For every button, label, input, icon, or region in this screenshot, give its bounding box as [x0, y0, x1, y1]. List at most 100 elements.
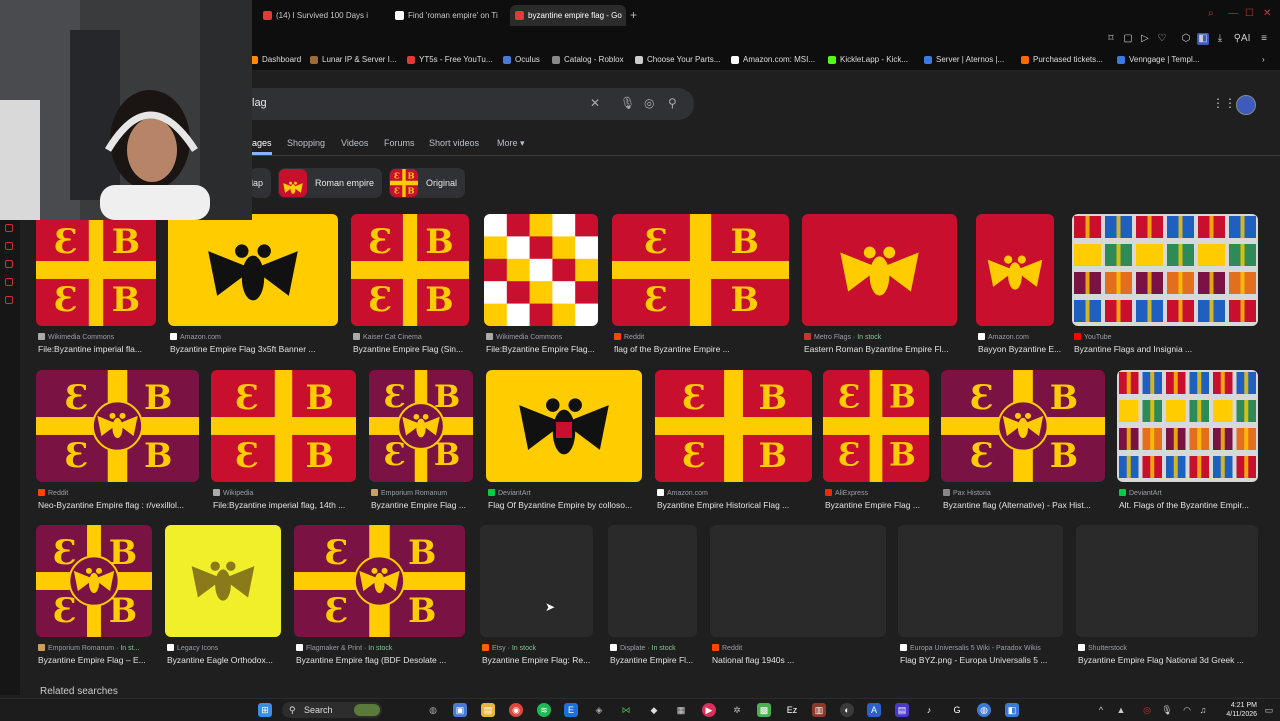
image-result-card[interactable]: Legacy Icons Byzantine Eagle Orthodox...: [165, 525, 281, 677]
result-title[interactable]: Byzantine Eagle Orthodox...: [167, 655, 289, 665]
minecraft-icon[interactable]: ▩: [757, 703, 771, 717]
result-thumbnail[interactable]: [976, 214, 1054, 326]
image-result-card[interactable]: Reddit National flag 1940s ...: [710, 525, 886, 677]
result-source[interactable]: Legacy Icons: [167, 644, 283, 652]
bookmark-amazon[interactable]: Amazon.com: MSI...: [731, 53, 815, 67]
extensions-icon[interactable]: ⬡: [1180, 33, 1192, 45]
result-source[interactable]: Reddit: [38, 489, 201, 497]
chrome-icon[interactable]: ◉: [509, 703, 523, 717]
app-icon[interactable]: G: [950, 703, 964, 717]
bookmark-icon[interactable]: ⌑: [1105, 33, 1117, 45]
tab-images[interactable]: ages: [252, 138, 272, 148]
image-result-card[interactable]: DeviantArt Flag Of Byzantine Empire by co…: [486, 370, 642, 522]
result-thumbnail[interactable]: ƐBƐB: [211, 370, 356, 482]
result-source[interactable]: Pax Historia: [943, 489, 1107, 497]
result-title[interactable]: Byzantine Empire Flag ...: [825, 500, 937, 510]
result-thumbnail[interactable]: [710, 525, 886, 637]
bookmark-oculus[interactable]: Oculus: [503, 53, 540, 67]
start-icon[interactable]: ⊞: [258, 703, 272, 717]
result-thumbnail[interactable]: ƐBƐB: [36, 525, 152, 637]
menu-icon[interactable]: ≡: [1258, 33, 1270, 45]
tab-youtube[interactable]: (14) I Survived 100 Days i: [258, 5, 388, 26]
app-icon[interactable]: ◍: [977, 703, 991, 717]
clock[interactable]: 4:21 PM 4/11/2026: [1217, 701, 1257, 719]
result-source[interactable]: Reddit: [614, 333, 791, 341]
image-result-card[interactable]: Ɛ B Ɛ B Emporium Romanum · In st... Byzantine…: [36, 525, 152, 677]
result-source[interactable]: Wikimedia Commons: [486, 333, 600, 341]
sidebar-icon[interactable]: [5, 278, 13, 286]
result-source[interactable]: Displate · In stock: [610, 644, 699, 652]
result-title[interactable]: Byzantine Empire Flag ...: [371, 500, 481, 510]
chip-original[interactable]: ƐBƐB Original: [389, 168, 465, 198]
result-title[interactable]: Eastern Roman Byzantine Empire Fl...: [804, 344, 965, 354]
image-result-card[interactable]: Ɛ B Ɛ B Reddit flag of the Byzantine Empire .…: [612, 214, 789, 366]
image-result-card[interactable]: Ɛ B Ɛ B Wikimedia Commons File:Byzantine impe…: [36, 214, 156, 366]
tab-google-search[interactable]: byzantine empire flag - Go: [510, 5, 626, 26]
settings-icon[interactable]: ✲: [730, 703, 744, 717]
obs-icon[interactable]: ◐: [840, 703, 854, 717]
tab-more[interactable]: More ▾: [497, 138, 525, 149]
spotify-icon[interactable]: ≋: [537, 703, 551, 717]
new-tab-button[interactable]: +: [630, 8, 637, 22]
result-thumbnail[interactable]: ƐBƐB: [36, 370, 199, 482]
result-source[interactable]: Metro Flags · In stock: [804, 333, 959, 341]
tab-forums[interactable]: Forums: [384, 138, 415, 148]
search-tabs-icon[interactable]: ⌕: [1208, 8, 1214, 19]
result-source[interactable]: Amazon.com: [170, 333, 340, 341]
result-source[interactable]: Kaiser Cat Cinema: [353, 333, 471, 341]
microphone-icon[interactable]: 🎙: [620, 96, 635, 110]
sidebar-icon[interactable]: [5, 260, 13, 268]
maximize-icon[interactable]: ☐: [1245, 8, 1254, 19]
result-source[interactable]: AliExpress: [825, 489, 931, 497]
image-result-card[interactable]: Ɛ B Ɛ B Flagmaker & Print · In stock Byzantin…: [294, 525, 465, 677]
tray-mic-icon[interactable]: 🎙: [1160, 703, 1174, 717]
image-result-card[interactable]: Amazon.com Byzantine Empire Flag 3x5ft Ba…: [168, 214, 338, 366]
result-thumbnail[interactable]: ƐBƐB: [655, 370, 812, 482]
image-result-card[interactable]: Europa Universalis 5 Wiki - Paradox Wiki…: [898, 525, 1063, 677]
sidebar-icon[interactable]: [5, 224, 13, 232]
result-thumbnail[interactable]: [608, 525, 697, 637]
image-result-card[interactable]: YouTube Byzantine Flags and Insignia ...: [1072, 214, 1258, 366]
chip-roman-empire[interactable]: Roman empire: [278, 168, 382, 198]
bookmark-parts[interactable]: Choose Your Parts...: [635, 53, 720, 67]
result-title[interactable]: Flag Of Byzantine Empire by colloso...: [488, 500, 650, 510]
result-title[interactable]: flag of the Byzantine Empire ...: [614, 344, 797, 354]
sidebar-icon[interactable]: [5, 296, 13, 304]
result-title[interactable]: Byzantine Empire Flag National 3d Greek …: [1078, 655, 1266, 665]
edge-icon[interactable]: E: [564, 703, 578, 717]
tab-short-videos[interactable]: Short videos: [429, 138, 479, 148]
result-source[interactable]: DeviantArt: [1119, 489, 1260, 497]
result-source[interactable]: Emporium Romanum: [371, 489, 475, 497]
bookmark-kicklet[interactable]: Kicklet.app - Kick...: [828, 53, 908, 67]
image-result-card[interactable]: Ɛ B Ɛ B Reddit Neo-Byzantine Empire flag : r/…: [36, 370, 199, 522]
image-result-card[interactable]: Ɛ B Ɛ B AliExpress Byzantine Empire Flag ...: [823, 370, 929, 522]
image-result-card[interactable]: Ɛ B Ɛ B Emporium Romanum Byzantine Empire Fla…: [369, 370, 473, 522]
taskbar-search[interactable]: ⚲ Search: [282, 702, 382, 718]
image-result-card[interactable]: Ɛ B Ɛ B Pax Historia Byzantine flag (Alternat…: [941, 370, 1105, 522]
result-source[interactable]: Amazon.com: [657, 489, 814, 497]
wifi-icon[interactable]: ◠: [1180, 703, 1194, 717]
calculator-icon[interactable]: ▦: [674, 703, 688, 717]
result-thumbnail[interactable]: ƐBƐB: [351, 214, 469, 326]
result-title[interactable]: File:Byzantine Empire Flag...: [486, 344, 606, 354]
tray-app-icon[interactable]: ▲: [1114, 703, 1128, 717]
result-source[interactable]: Shutterstock: [1078, 644, 1260, 652]
task-view-icon[interactable]: ▣: [453, 703, 467, 717]
image-result-card[interactable]: Shutterstock Byzantine Empire Flag Nation…: [1076, 525, 1258, 677]
result-source[interactable]: Etsy · In stock: [482, 644, 595, 652]
search-icon[interactable]: ⚲: [668, 96, 677, 110]
result-title[interactable]: Byzantine Empire Historical Flag ...: [657, 500, 820, 510]
result-thumbnail[interactable]: [1072, 214, 1258, 326]
result-title[interactable]: National flag 1940s ...: [712, 655, 894, 665]
result-title[interactable]: Flag BYZ.png - Europa Universalis 5 ...: [900, 655, 1071, 665]
result-thumbnail[interactable]: ƐBƐB: [823, 370, 929, 482]
result-source[interactable]: DeviantArt: [488, 489, 644, 497]
search-input[interactable]: lag: [252, 97, 267, 109]
result-source[interactable]: YouTube: [1074, 333, 1260, 341]
ai-icon[interactable]: ⚲AI: [1232, 33, 1252, 45]
result-title[interactable]: Byzantine Empire Flag: Re...: [482, 655, 601, 665]
tiktok-icon[interactable]: ♪: [922, 703, 936, 717]
minimize-icon[interactable]: —: [1228, 8, 1238, 19]
bookmark-venngage[interactable]: Venngage | Templ...: [1117, 53, 1199, 67]
media-player-icon[interactable]: ▶: [702, 703, 716, 717]
